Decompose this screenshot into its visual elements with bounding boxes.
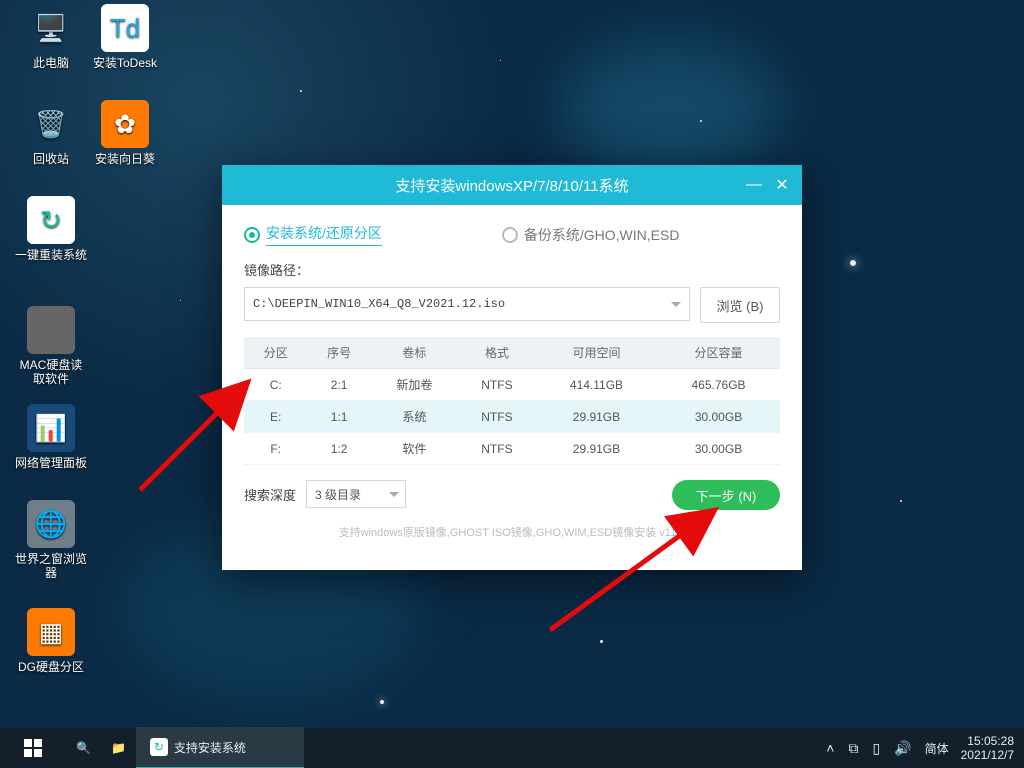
start-button[interactable] <box>0 728 66 768</box>
column-header[interactable]: 分区容量 <box>657 337 780 369</box>
installer-window: 支持安装windowsXP/7/8/10/11系统 — ✕ 安装系统/还原分区 … <box>222 165 802 570</box>
desktop-icon[interactable]: 🌐世界之窗浏览器 <box>14 500 88 580</box>
window-title: 支持安装windowsXP/7/8/10/11系统 <box>395 175 628 196</box>
radio-install[interactable] <box>244 227 260 243</box>
search-button[interactable]: 🔍 <box>66 728 101 768</box>
minimize-button[interactable]: — <box>740 171 768 199</box>
partition-table: 分区序号卷标格式可用空间分区容量 C:2:1新加卷NTFS414.11GB465… <box>244 337 780 465</box>
file-explorer-button[interactable]: 📁 <box>101 728 136 768</box>
volume-icon[interactable]: 🔊 <box>887 740 918 757</box>
chevron-down-icon <box>389 492 399 502</box>
image-path-dropdown[interactable]: C:\DEEPIN_WIN10_X64_Q8_V2021.12.iso <box>244 287 690 321</box>
column-header[interactable]: 格式 <box>458 337 536 369</box>
taskbar-clock[interactable]: 15:05:28 2021/12/7 <box>955 734 1024 762</box>
desktop-icon[interactable]: ✿安装向日葵 <box>88 100 162 166</box>
desktop: 🖥️此电脑Td安装ToDesk🗑️回收站✿安装向日葵↻一键重装系统 MAC硬盘读取… <box>0 0 1024 768</box>
desktop-icon[interactable]: 📊网络管理面板 <box>14 404 88 470</box>
network-icon[interactable]: ⧉ <box>841 740 865 757</box>
taskbar-task-installer[interactable]: ↻ 支持安装系统 <box>136 727 304 768</box>
column-header[interactable]: 卷标 <box>371 337 458 369</box>
image-path-value: C:\DEEPIN_WIN10_X64_Q8_V2021.12.iso <box>253 297 505 311</box>
browse-button[interactable]: 浏览 (B) <box>700 287 780 323</box>
search-depth-select[interactable]: 3 级目录 <box>306 480 406 508</box>
tab-backup[interactable]: 备份系统/GHO,WIN,ESD <box>524 225 680 245</box>
search-depth-label: 搜索深度 <box>244 485 296 504</box>
table-row[interactable]: E:1:1系统NTFS29.91GB30.00GB <box>244 401 780 433</box>
desktop-icon[interactable]: Td安装ToDesk <box>88 4 162 70</box>
windows-icon <box>24 739 42 757</box>
battery-icon[interactable]: ▯ <box>865 740 887 757</box>
path-label: 镜像路径： <box>244 260 780 279</box>
ime-indicator[interactable]: 简体 <box>919 740 955 757</box>
close-button[interactable]: ✕ <box>768 171 796 199</box>
desktop-icon[interactable]: ▦DG硬盘分区 <box>14 608 88 674</box>
column-header[interactable]: 可用空间 <box>536 337 657 369</box>
footer-text: 支持windows原版镜像,GHOST ISO镜像,GHO,WIM,ESD镜像安… <box>222 524 802 540</box>
table-row[interactable]: F:1:2软件NTFS29.91GB30.00GB <box>244 433 780 465</box>
desktop-icon[interactable]: 🖥️此电脑 <box>14 4 88 70</box>
desktop-icon[interactable]: ↻一键重装系统 <box>14 196 88 262</box>
window-titlebar: 支持安装windowsXP/7/8/10/11系统 — ✕ <box>222 165 802 205</box>
taskbar: 🔍 📁 ↻ 支持安装系统 ˄ ⧉ ▯ 🔊 简体 15:05:28 2021/12… <box>0 728 1024 768</box>
chevron-down-icon <box>671 302 681 312</box>
column-header[interactable]: 分区 <box>244 337 307 369</box>
desktop-icon[interactable]: MAC硬盘读取软件 <box>14 306 88 386</box>
radio-backup[interactable] <box>502 227 518 243</box>
next-button[interactable]: 下一步 (N) <box>672 480 780 510</box>
installer-icon: ↻ <box>150 738 168 756</box>
desktop-icon[interactable]: 🗑️回收站 <box>14 100 88 166</box>
table-row[interactable]: C:2:1新加卷NTFS414.11GB465.76GB <box>244 369 780 401</box>
tab-install[interactable]: 安装系统/还原分区 <box>266 223 382 246</box>
tray-up-icon[interactable]: ˄ <box>819 740 841 756</box>
column-header[interactable]: 序号 <box>307 337 370 369</box>
